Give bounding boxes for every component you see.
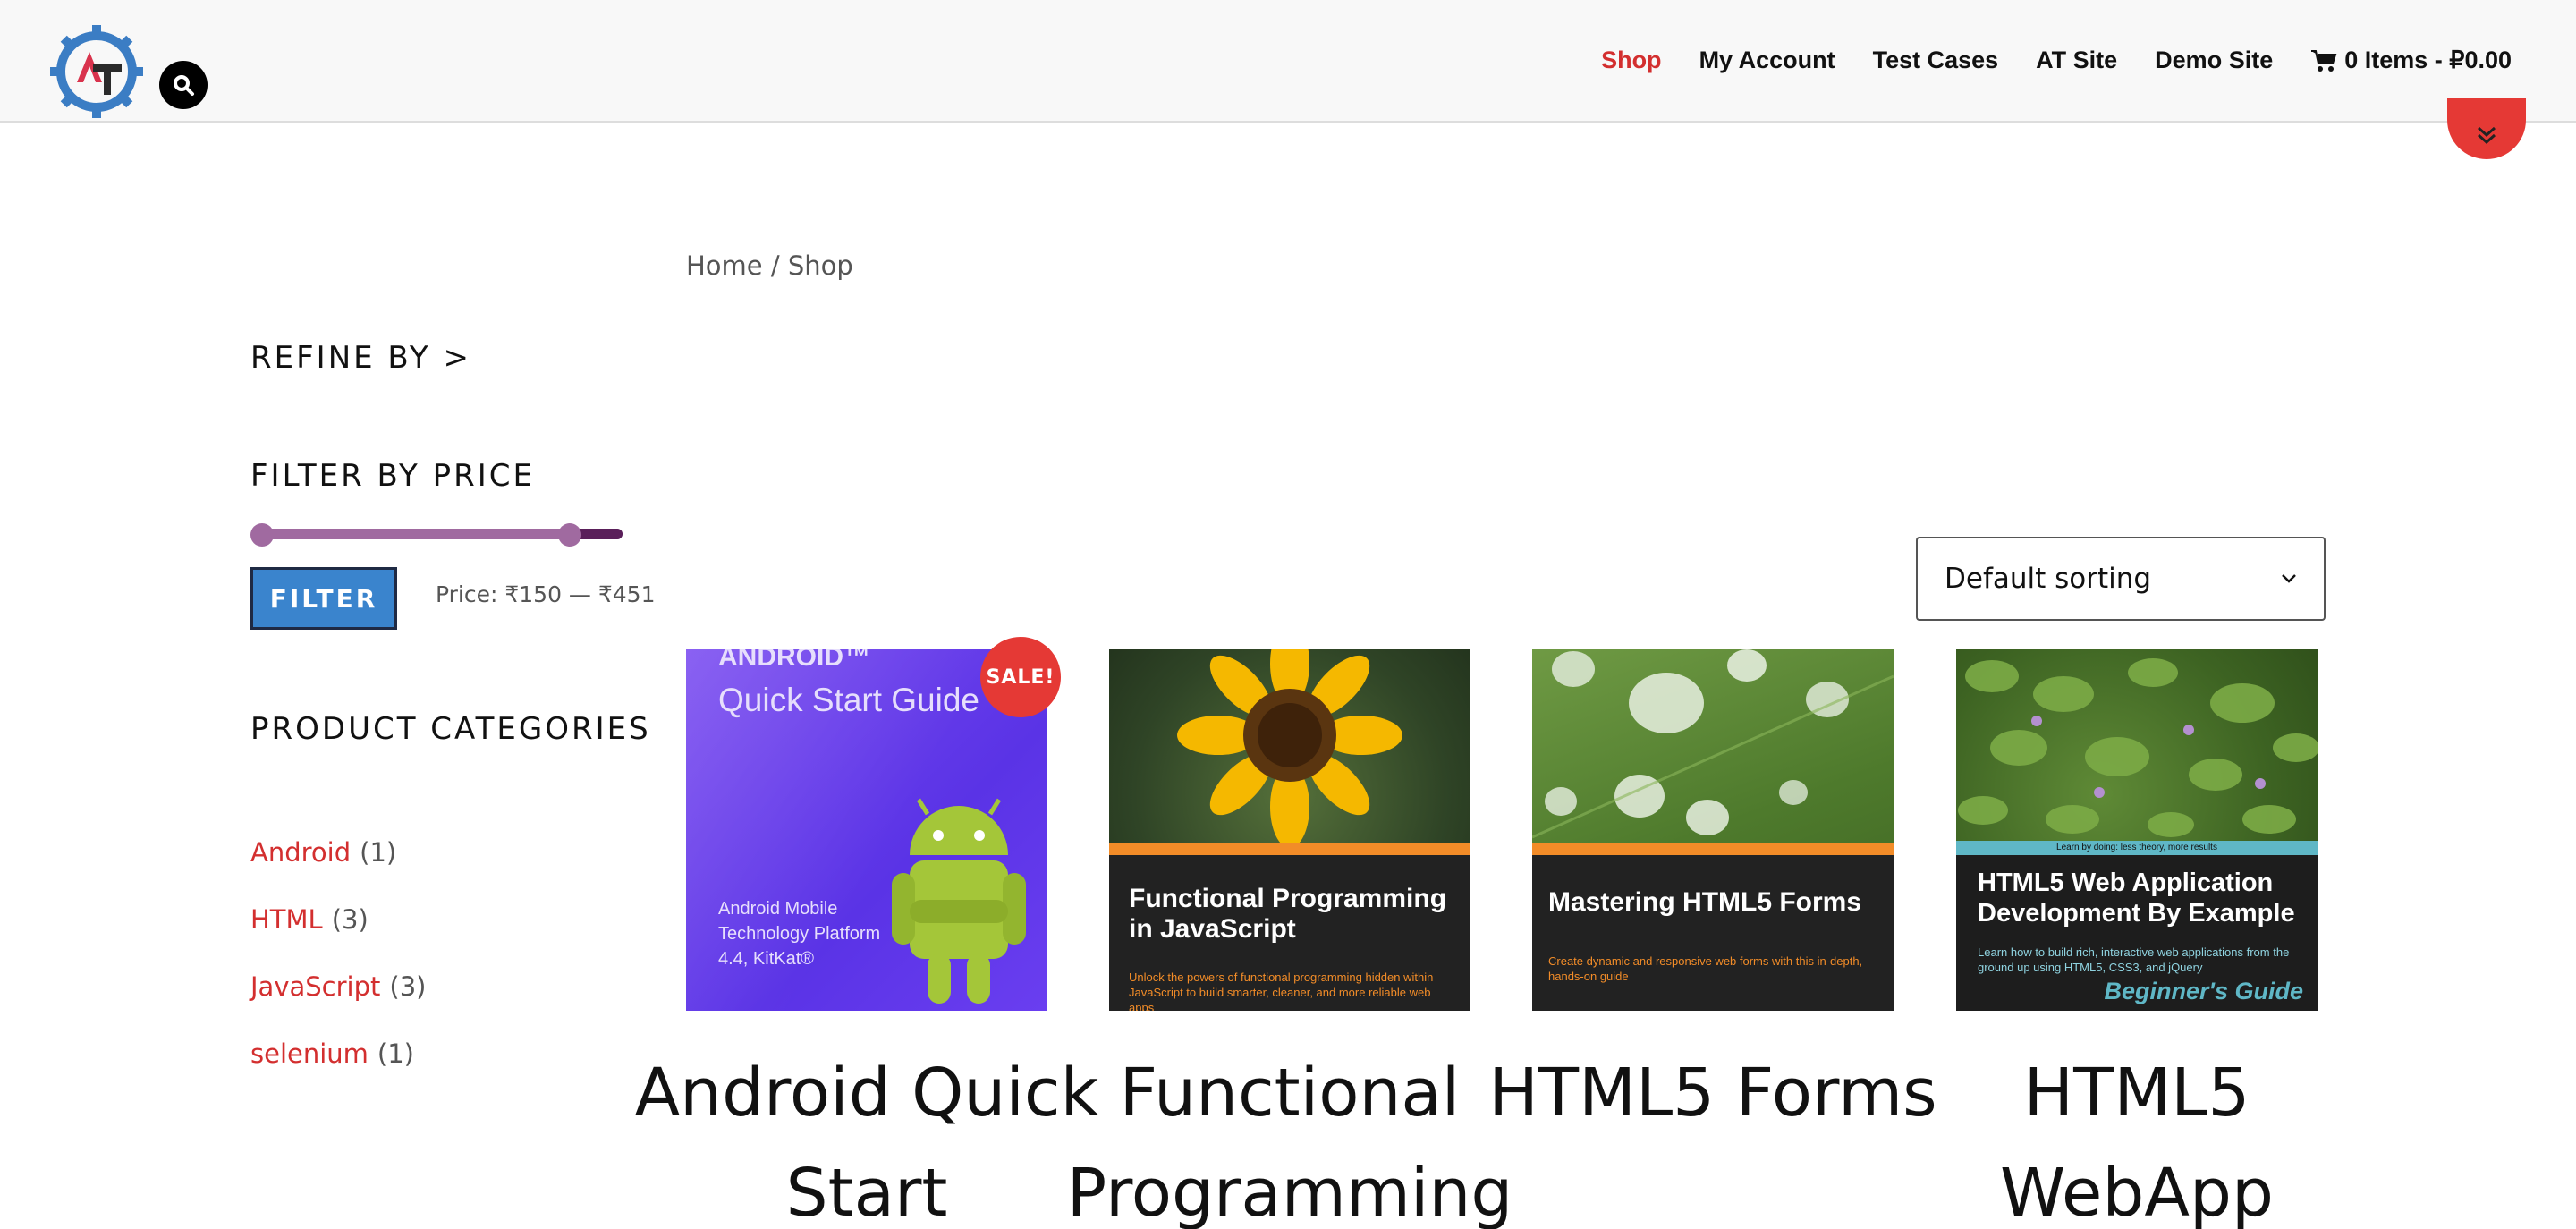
sort-selected-value: Default sorting bbox=[1945, 563, 2152, 595]
category-count: (1) bbox=[360, 837, 397, 868]
cover-caption-line: Technology Platform bbox=[718, 924, 881, 944]
price-slider-max-handle[interactable] bbox=[558, 523, 581, 547]
sort-select[interactable]: Default sorting bbox=[1916, 537, 2326, 621]
category-link-android[interactable]: Android bbox=[250, 837, 351, 868]
cover-band: Learn by doing: less theory, more result… bbox=[1956, 841, 2318, 855]
price-slider-min-handle[interactable] bbox=[250, 523, 274, 547]
category-count: (3) bbox=[389, 971, 427, 1002]
category-item: Android (1) bbox=[250, 837, 426, 904]
scroll-toggle-button[interactable] bbox=[2447, 98, 2526, 159]
category-count: (1) bbox=[377, 1038, 415, 1069]
filter-by-price-heading: FILTER BY PRICE bbox=[250, 458, 535, 494]
cover-caption-line: Android Mobile bbox=[718, 899, 838, 919]
product-title[interactable]: Functional Programming bbox=[1055, 1043, 1524, 1229]
category-item: JavaScript (3) bbox=[250, 971, 426, 1038]
nav-my-account[interactable]: My Account bbox=[1699, 47, 1835, 74]
category-list: Android (1) HTML (3) JavaScript (3) sele… bbox=[250, 837, 426, 1106]
product-image[interactable]: Learn by doing: less theory, more result… bbox=[1956, 649, 2318, 1011]
price-slider-track-end bbox=[576, 529, 623, 539]
cover-panel: Functional Programming in JavaScript Unl… bbox=[1109, 843, 1470, 1011]
android-robot-icon bbox=[892, 798, 1026, 1004]
chevron-down-icon bbox=[2282, 574, 2296, 583]
cart-icon bbox=[2311, 49, 2337, 72]
nav-at-site[interactable]: AT Site bbox=[2036, 47, 2117, 74]
cover-subtitle: Learn how to build rich, interactive web… bbox=[1978, 945, 2290, 974]
product-categories-heading: PRODUCT CATEGORIES bbox=[250, 708, 651, 750]
cover-headline: Mastering HTML5 Forms bbox=[1548, 887, 1862, 917]
cover-headline: Quick Start Guide bbox=[718, 682, 980, 718]
cover-headline: HTML5 Web Application Development By Exa… bbox=[1978, 869, 2295, 928]
nav-demo-site[interactable]: Demo Site bbox=[2155, 47, 2273, 74]
chevron-double-down-icon bbox=[2478, 126, 2496, 145]
sunflower-icon bbox=[1177, 649, 1402, 843]
category-count: (3) bbox=[331, 904, 369, 935]
price-slider[interactable] bbox=[250, 523, 623, 547]
cover-series: Beginner's Guide bbox=[2104, 978, 2303, 1004]
cover-panel: Learn by doing: less theory, more result… bbox=[1956, 841, 2318, 1011]
category-link-selenium[interactable]: selenium bbox=[250, 1038, 369, 1069]
search-icon bbox=[174, 75, 194, 96]
category-item: HTML (3) bbox=[250, 904, 426, 971]
site-logo[interactable] bbox=[50, 25, 143, 118]
lily-pads-image bbox=[1958, 658, 2318, 837]
cover-caption-line: 4.4, KitKat® bbox=[718, 949, 815, 969]
cover-band bbox=[1109, 843, 1470, 855]
product-image[interactable]: Mastering HTML5 Forms Create dynamic and… bbox=[1532, 649, 1894, 1011]
product-title[interactable]: HTML5 WebApp bbox=[1902, 1043, 2371, 1229]
nav-test-cases[interactable]: Test Cases bbox=[1873, 47, 1999, 74]
category-link-javascript[interactable]: JavaScript bbox=[250, 971, 380, 1002]
product-categories-label: PRODUCT CATEGORIES bbox=[250, 711, 651, 747]
cover-panel: Mastering HTML5 Forms Create dynamic and… bbox=[1532, 843, 1894, 1011]
cover-band bbox=[1532, 843, 1894, 855]
sale-badge: SALE! bbox=[980, 637, 1061, 717]
filter-button[interactable]: FILTER bbox=[250, 567, 397, 630]
cover-caption: Android Mobile Technology Platform 4.4, … bbox=[718, 896, 880, 971]
product-image[interactable]: Functional Programming in JavaScript Unl… bbox=[1109, 649, 1470, 1011]
nav-shop[interactable]: Shop bbox=[1601, 47, 1662, 74]
cover-subtitle: Create dynamic and responsive web forms … bbox=[1548, 954, 1863, 983]
refine-by-heading[interactable]: REFINE BY > bbox=[250, 340, 471, 376]
water-drops-image bbox=[1532, 649, 1894, 839]
category-link-html[interactable]: HTML bbox=[250, 904, 323, 935]
product-title[interactable]: HTML5 Forms bbox=[1479, 1043, 1947, 1143]
search-button[interactable] bbox=[159, 61, 208, 109]
cover-subtitle: Unlock the powers of functional programm… bbox=[1129, 970, 1434, 1011]
product-title[interactable]: Android Quick Start bbox=[632, 1043, 1101, 1229]
breadcrumb[interactable]: Home / Shop bbox=[686, 250, 853, 281]
site-header: Shop My Account Test Cases AT Site Demo … bbox=[0, 0, 2576, 123]
category-item: selenium (1) bbox=[250, 1038, 426, 1106]
main-nav: Shop My Account Test Cases AT Site Demo … bbox=[1601, 47, 2512, 74]
nav-cart[interactable]: 0 Items - ₽0.00 bbox=[2310, 47, 2512, 74]
price-range-label: Price: ₹150 — ₹451 bbox=[436, 581, 656, 607]
cover-top-text: ANDROID™ bbox=[718, 649, 870, 672]
cover-headline: Functional Programming in JavaScript bbox=[1129, 884, 1447, 944]
cart-summary: 0 Items - ₽0.00 bbox=[2344, 47, 2512, 73]
